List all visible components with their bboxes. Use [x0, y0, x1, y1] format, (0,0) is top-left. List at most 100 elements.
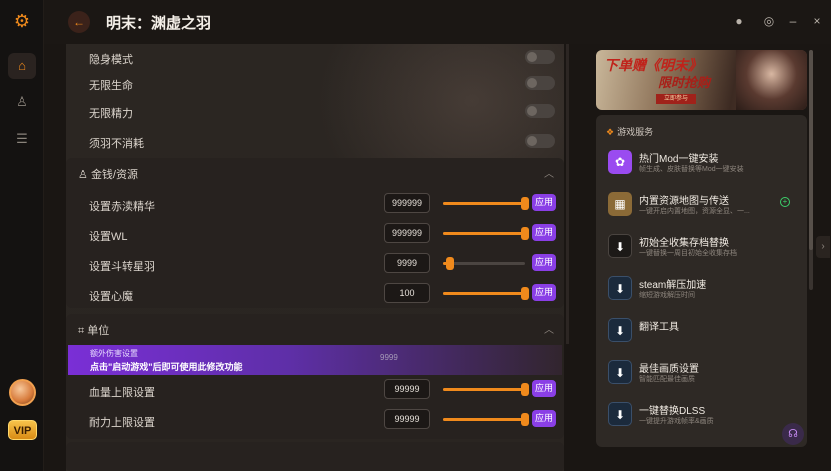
toggle-switch[interactable] [525, 76, 555, 90]
game-services-panel: ❖ 游戏服务 ✿ 热门Mod一键安装 帧生成、皮肤替换等Mod一键安装 ▦ 内置资… [596, 115, 807, 447]
notice-text: 点击"启动游戏"后即可使用此修改功能 [90, 362, 243, 372]
value-input[interactable]: 9999 [384, 253, 430, 273]
toggle-label: 无限生命 [89, 80, 133, 92]
slider-fill [443, 388, 525, 391]
download-icon: ⬇ [608, 318, 632, 342]
toggle-switch[interactable] [525, 50, 555, 64]
next-section-collapsed[interactable] [66, 442, 564, 471]
value-input[interactable]: 99999 [384, 409, 430, 429]
unit-icon: ⌗ [78, 325, 85, 337]
add-icon[interactable]: + [780, 197, 790, 207]
toggle-label: 无限精力 [89, 108, 133, 120]
banner-tag: 立即参与 [656, 94, 696, 104]
back-arrow-icon[interactable]: ← [68, 11, 90, 33]
apply-button[interactable]: 应用 [532, 254, 556, 271]
service-item[interactable]: ▦ 内置资源地图与传送 一键开启内置地图，资源全显、一... + [608, 189, 803, 229]
setting-label: 设置赤渎精华 [89, 201, 155, 213]
settings-icon[interactable]: ◎ [760, 12, 778, 30]
page-title: 明末：渊虚之羽 [106, 15, 212, 32]
slider-knob[interactable] [521, 197, 529, 210]
services-title-text: 游戏服务 [617, 127, 654, 137]
value-slider[interactable] [443, 197, 529, 210]
service-name: 初始全收集存档替换 [639, 238, 729, 249]
section-header[interactable]: ♙ 金钱/资源 ︿ [66, 158, 564, 186]
value-slider[interactable] [443, 287, 529, 300]
avatar[interactable] [9, 379, 36, 406]
service-name: 热门Mod一键安装 [639, 154, 719, 165]
slider-fill [443, 202, 525, 205]
apply-button[interactable]: 应用 [532, 194, 556, 211]
support-headset-icon[interactable]: ☊ [782, 423, 804, 445]
sidebar: ⚙ ⌂ ♙ ☰ VIP [0, 0, 44, 471]
setting-row: 设置WL 999999 应用 [66, 219, 564, 249]
toggle-row: 无限精力 [66, 98, 564, 126]
value-input[interactable]: 999999 [384, 223, 430, 243]
minimize-icon[interactable]: – [784, 12, 802, 30]
slider-fill [443, 232, 525, 235]
toggle-row: 无限生命 [66, 70, 564, 98]
expand-panel-icon[interactable]: › [816, 236, 830, 258]
service-item[interactable]: ⬇ 最佳画质设置 智能匹配最佳画质 [608, 357, 803, 397]
service-item[interactable]: ⬇ 一键替换DLSS 一键提升游戏帧率&画质 [608, 399, 803, 439]
slider-fill [443, 418, 525, 421]
value-input[interactable]: 99999 [384, 379, 430, 399]
service-item[interactable]: ✿ 热门Mod一键安装 帧生成、皮肤替换等Mod一键安装 [608, 147, 803, 187]
launch-notice: 额外伤害设置 点击"启动游戏"后即可使用此修改功能 9999 [68, 345, 562, 375]
setting-label: 设置WL [89, 231, 128, 243]
section-header[interactable]: ⌗ 单位 ︿ [66, 314, 564, 342]
service-item[interactable]: ⬇ 初始全收集存档替换 一键替换一周目初始全收集存档 [608, 231, 803, 271]
setting-label: 耐力上限设置 [89, 417, 155, 429]
services-scrollbar[interactable] [809, 50, 813, 290]
content-scrollbar[interactable] [566, 44, 569, 344]
map-icon: ▦ [608, 192, 632, 216]
value-input[interactable]: 999999 [384, 193, 430, 213]
promo-banner[interactable]: 下单赠《明末》 限时抢购 立即参与 [596, 50, 807, 110]
value-slider[interactable] [443, 227, 529, 240]
chevron-up-icon[interactable]: ︿ [544, 165, 554, 180]
scrollbar-thumb[interactable] [809, 50, 813, 250]
vip-badge[interactable]: VIP [8, 420, 37, 440]
coin-icon: ♙ [78, 169, 88, 181]
record-icon[interactable]: ● [730, 12, 748, 30]
download-icon: ⬇ [608, 276, 632, 300]
service-name: 内置资源地图与传送 [639, 196, 729, 207]
setting-row: 设置赤渎精华 999999 应用 [66, 189, 564, 219]
section-title-text: 单位 [87, 325, 110, 337]
sidebar-item-home-icon[interactable]: ⌂ [8, 53, 36, 79]
value-slider[interactable] [443, 413, 529, 426]
notice-subtitle: 额外伤害设置 [90, 349, 138, 358]
setting-row: 耐力上限设置 99999 应用 [66, 405, 564, 435]
service-desc: 帧生成、皮肤替换等Mod一键安装 [639, 166, 744, 173]
value-slider[interactable] [443, 383, 529, 396]
download-icon: ⬇ [608, 360, 632, 384]
slider-knob[interactable] [445, 257, 454, 270]
app-logo-icon[interactable]: ⚙ [11, 10, 33, 32]
service-name: steam解压加速 [639, 280, 707, 291]
box-icon: ❖ [606, 127, 615, 137]
value-input[interactable]: 100 [384, 283, 430, 303]
slider-knob[interactable] [521, 383, 529, 396]
apply-button[interactable]: 应用 [532, 380, 556, 397]
sidebar-item-library-icon[interactable]: ☰ [8, 126, 36, 152]
value-slider[interactable] [443, 257, 525, 270]
banner-line2: 限时抢购 [658, 75, 711, 90]
toggle-switch[interactable] [525, 134, 555, 148]
service-desc: 一键替换一周目初始全收集存档 [639, 250, 737, 257]
close-icon[interactable]: × [808, 12, 826, 30]
chevron-up-icon[interactable]: ︿ [544, 321, 554, 336]
apply-button[interactable]: 应用 [532, 224, 556, 241]
apply-button[interactable]: 应用 [532, 410, 556, 427]
apply-button[interactable]: 应用 [532, 284, 556, 301]
notice-ghost-value: 9999 [380, 353, 398, 362]
slider-knob[interactable] [521, 227, 529, 240]
service-item[interactable]: ⬇ steam解压加速 缩短游戏解压时间 [608, 273, 803, 313]
character-art [736, 50, 807, 110]
service-name: 一键替换DLSS [639, 406, 706, 417]
toggle-switch[interactable] [525, 104, 555, 118]
slider-fill [443, 292, 525, 295]
sidebar-item-games-icon[interactable]: ♙ [8, 89, 36, 115]
slider-knob[interactable] [521, 287, 529, 300]
slider-knob[interactable] [521, 413, 529, 426]
toggle-label: 须羽不消耗 [89, 138, 144, 150]
service-item[interactable]: ⬇ 翻译工具 [608, 315, 803, 355]
